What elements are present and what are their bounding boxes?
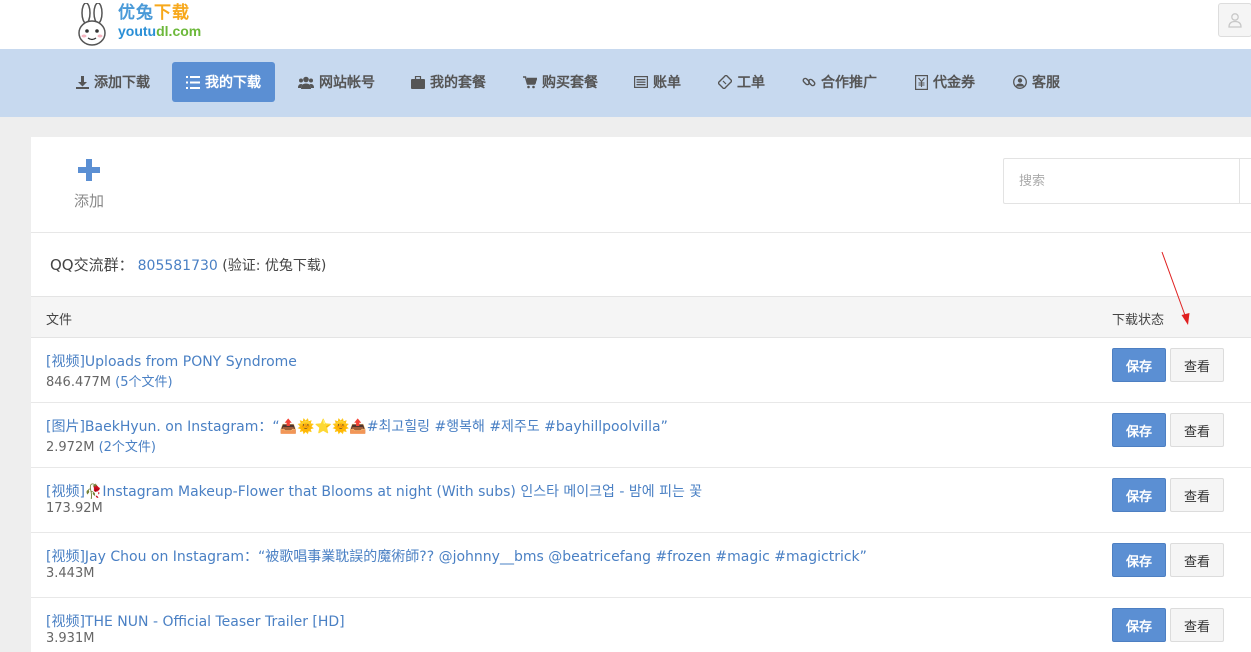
save-button[interactable]: 保存: [1112, 348, 1166, 382]
view-button[interactable]: 查看: [1170, 478, 1224, 512]
nav-label: 我的套餐: [430, 75, 486, 91]
add-label: 添加: [73, 192, 104, 210]
file-size: 3.931M: [46, 631, 95, 646]
rabbit-logo-icon: [78, 2, 106, 46]
nav-my-plans[interactable]: 我的套餐: [411, 62, 486, 102]
table-header: 文件 下载状态: [31, 296, 1251, 338]
file-size: 3.443M: [46, 566, 95, 581]
users-icon: [298, 75, 314, 89]
qq-verify-text: (验证: 优兔下载): [222, 258, 327, 274]
table-row: [图片]BaekHyun. on Instagram：“📤🌞⭐🌞📤#최고힐링 #…: [31, 403, 1251, 468]
plus-icon: [78, 159, 100, 181]
top-header: 优兔下载 youtudl.com: [0, 0, 1251, 49]
qq-group-info: QQ交流群： 805581730 (验证: 优兔下载): [50, 254, 326, 275]
add-button[interactable]: 添加: [71, 159, 107, 211]
qq-label: QQ交流群：: [50, 256, 134, 274]
briefcase-icon: [411, 75, 425, 89]
site-logo[interactable]: 优兔下载 youtudl.com: [72, 0, 201, 49]
nav-label: 添加下载: [94, 75, 150, 91]
user-menu-button[interactable]: [1218, 3, 1251, 37]
list-icon: [186, 75, 200, 89]
nav-label: 网站帐号: [319, 75, 375, 91]
nav-buy-plans[interactable]: 购买套餐: [523, 62, 598, 102]
nav-bills[interactable]: 账单: [634, 62, 681, 102]
view-button[interactable]: 查看: [1170, 543, 1224, 577]
nav-tickets[interactable]: 工单: [718, 62, 765, 102]
nav-label: 账单: [653, 75, 681, 91]
nav-label: 客服: [1032, 75, 1060, 91]
nav-affiliate[interactable]: 合作推广: [802, 62, 877, 102]
nav-add-download[interactable]: 添加下载: [75, 62, 150, 102]
qq-number-link[interactable]: 805581730: [138, 258, 218, 274]
file-size: 846.477M (5个文件): [46, 375, 173, 390]
nav-label: 合作推广: [821, 75, 877, 91]
nav-label: 我的下载: [205, 75, 261, 91]
divider: [31, 232, 1251, 233]
search-input[interactable]: [1004, 159, 1240, 203]
downloads-panel: 添加 QQ交流群：805581730 (验证: 优兔下载) 文件 下载状态 [视…: [31, 137, 1251, 652]
view-button[interactable]: 查看: [1170, 348, 1224, 382]
cart-icon: [523, 75, 537, 89]
nav-support[interactable]: 客服: [1013, 62, 1060, 102]
table-row: [视频]🥀Instagram Makeup-Flower that Blooms…: [31, 468, 1251, 533]
view-button[interactable]: 查看: [1170, 413, 1224, 447]
link-icon: [802, 75, 816, 89]
nav-label: 代金券: [933, 75, 975, 91]
file-size: 173.92M: [46, 501, 103, 516]
nav-my-downloads[interactable]: 我的下载: [172, 62, 275, 102]
support-icon: [1013, 75, 1027, 89]
nav-label: 工单: [737, 75, 765, 91]
file-title-link[interactable]: [视频]🥀Instagram Makeup-Flower that Blooms…: [46, 481, 702, 501]
table-row: [视频]THE NUN - Official Teaser Trailer [H…: [31, 598, 1251, 652]
bill-icon: [634, 75, 648, 89]
col-header-status[interactable]: 下载状态: [1112, 309, 1164, 328]
user-icon: [1228, 13, 1242, 28]
table-row: [视频]Uploads from PONY Syndrome 846.477M …: [31, 338, 1251, 403]
file-title-link[interactable]: [视频]THE NUN - Official Teaser Trailer [H…: [46, 611, 345, 631]
save-button[interactable]: 保存: [1112, 608, 1166, 642]
save-button[interactable]: 保存: [1112, 478, 1166, 512]
table-row: [视频]Jay Chou on Instagram：“被歌唱事業耽誤的魔術師??…: [31, 533, 1251, 598]
save-button[interactable]: 保存: [1112, 543, 1166, 577]
search-box: [1003, 158, 1251, 204]
nav-label: 购买套餐: [542, 75, 598, 91]
file-title-link[interactable]: [视频]Uploads from PONY Syndrome: [46, 351, 297, 371]
nav-site-accounts[interactable]: 网站帐号: [298, 62, 375, 102]
coupon-icon: [914, 74, 928, 90]
file-count-link[interactable]: (5个文件): [115, 375, 172, 390]
view-button[interactable]: 查看: [1170, 608, 1224, 642]
file-title-link[interactable]: [视频]Jay Chou on Instagram：“被歌唱事業耽誤的魔術師??…: [46, 546, 867, 566]
col-header-file: 文件: [46, 313, 73, 328]
nav-coupons[interactable]: 代金券: [914, 62, 975, 102]
main-nav: 添加下载 我的下载 网站帐号 我的套餐 购买套餐 账单 工单 合作推广 代金券 …: [0, 49, 1251, 117]
file-count-link[interactable]: (2个文件): [99, 440, 156, 455]
ticket-icon: [718, 75, 732, 89]
save-button[interactable]: 保存: [1112, 413, 1166, 447]
file-size: 2.972M (2个文件): [46, 440, 156, 455]
logo-en-text: youtudl.com: [118, 23, 202, 39]
file-title-link[interactable]: [图片]BaekHyun. on Instagram：“📤🌞⭐🌞📤#최고힐링 #…: [46, 416, 668, 436]
search-divider: [1239, 158, 1240, 204]
download-icon: [75, 75, 89, 89]
logo-cn-text: 优兔下载: [118, 3, 190, 23]
